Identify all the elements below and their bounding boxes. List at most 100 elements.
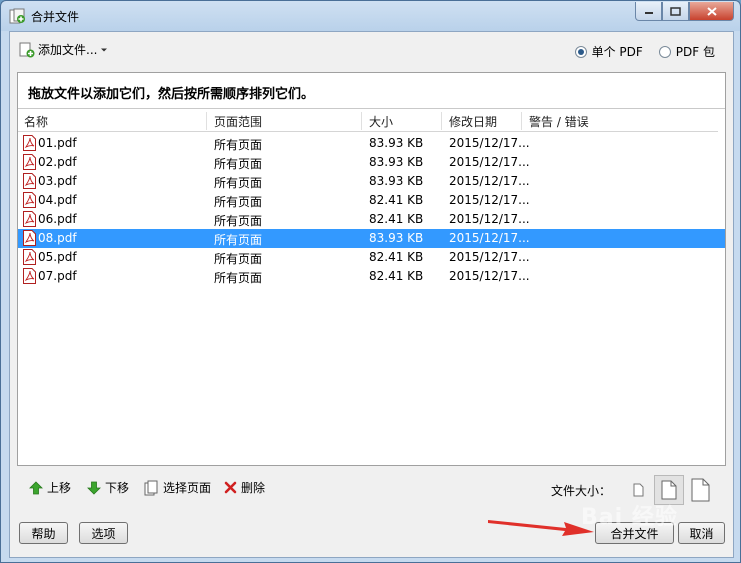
move-down-button[interactable]: 下移 (87, 479, 129, 496)
column-divider[interactable] (441, 112, 442, 130)
pdf-file-icon (23, 192, 36, 208)
options-button[interactable]: 选项 (79, 522, 128, 544)
help-button[interactable]: 帮助 (19, 522, 68, 544)
column-divider[interactable] (206, 112, 207, 130)
cell-page-range[interactable]: 所有页面 (214, 174, 262, 191)
radio-single-pdf[interactable]: 单个 PDF (574, 43, 643, 60)
cell-size: 82.41 KB (369, 193, 424, 207)
output-type-group: 单个 PDF PDF 包 (574, 43, 715, 60)
cell-page-range[interactable]: 所有页面 (214, 212, 262, 229)
cell-page-range[interactable]: 所有页面 (214, 155, 262, 172)
cell-size: 82.41 KB (369, 250, 424, 264)
column-divider[interactable] (361, 112, 362, 130)
pdf-file-icon (23, 230, 36, 246)
annotation-arrow (488, 520, 594, 536)
arrow-up-icon (29, 480, 43, 494)
table-row[interactable]: 03.pdf 所有页面 83.93 KB 2015/12/17... (18, 172, 725, 191)
cell-page-range[interactable]: 所有页面 (214, 250, 262, 267)
choose-pages-button[interactable]: 选择页面 (144, 479, 211, 496)
cell-size: 83.93 KB (369, 136, 424, 150)
cell-file-name: 06.pdf (38, 212, 77, 226)
minimize-button[interactable] (635, 2, 662, 21)
cell-file-name: 08.pdf (38, 231, 77, 245)
pages-icon (144, 480, 158, 495)
file-size-small-button[interactable] (623, 475, 653, 505)
radio-dot-selected[interactable] (574, 45, 587, 58)
file-rows: 01.pdf 所有页面 83.93 KB 2015/12/17... 02.pdf 所有页… (18, 134, 725, 286)
close-icon (706, 6, 717, 16)
table-row[interactable]: 04.pdf 所有页面 82.41 KB 2015/12/17... (18, 191, 725, 210)
file-size-large-button[interactable] (685, 475, 715, 505)
delete-icon (224, 481, 237, 494)
table-row[interactable]: 02.pdf 所有页面 83.93 KB 2015/12/17... (18, 153, 725, 172)
table-row[interactable]: 01.pdf 所有页面 83.93 KB 2015/12/17... (18, 134, 725, 153)
cell-file-name: 05.pdf (38, 250, 77, 264)
cell-file-name: 01.pdf (38, 136, 77, 150)
cell-modified: 2015/12/17... (449, 174, 530, 188)
pdf-file-icon (23, 135, 36, 151)
cell-modified: 2015/12/17... (449, 250, 530, 264)
column-warnings[interactable]: 警告 / 错误 (525, 113, 589, 131)
cell-file-name: 03.pdf (38, 174, 77, 188)
table-header: 名称 页面范围 大小 修改日期 警告 / 错误 (18, 110, 718, 132)
add-files-label: 添加文件... (38, 43, 98, 57)
column-name[interactable]: 名称 (20, 113, 48, 131)
table-row[interactable]: 06.pdf 所有页面 82.41 KB 2015/12/17... (18, 210, 725, 229)
pdf-file-icon (23, 154, 36, 170)
delete-button[interactable]: 删除 (224, 479, 265, 496)
cell-size: 83.93 KB (369, 174, 424, 188)
radio-dot[interactable] (658, 45, 671, 58)
dialog-body: 添加文件... 单个 PDF PDF 包 拖放文件以添加它们，然后按所需顺序排列… (9, 31, 734, 558)
pdf-file-icon (23, 211, 36, 227)
cell-modified: 2015/12/17... (449, 193, 530, 207)
cell-modified: 2015/12/17... (449, 231, 530, 245)
cell-page-range[interactable]: 所有页面 (214, 193, 262, 210)
column-page-range[interactable]: 页面范围 (210, 113, 262, 131)
add-files-button[interactable]: 添加文件... (19, 41, 108, 58)
window-title: 合并文件 (31, 10, 80, 24)
column-divider[interactable] (521, 112, 522, 130)
cell-size: 82.41 KB (369, 212, 424, 226)
radio-pdf-package[interactable]: PDF 包 (658, 43, 715, 60)
column-size[interactable]: 大小 (365, 113, 393, 131)
cancel-button[interactable]: 取消 (678, 522, 725, 544)
maximize-button[interactable] (662, 2, 689, 21)
file-size-label: 文件大小： (551, 484, 612, 498)
maximize-icon (670, 6, 681, 16)
table-row[interactable]: 05.pdf 所有页面 82.41 KB 2015/12/17... (18, 248, 725, 267)
cell-modified: 2015/12/17... (449, 155, 530, 169)
combine-files-button[interactable]: 合并文件 (595, 522, 674, 544)
combine-files-dialog: 合并文件 添加文件... 单个 PDF PDF 包 拖放文件以添加它们，然后按所… (0, 0, 741, 563)
cell-modified: 2015/12/17... (449, 269, 530, 283)
cell-file-name: 04.pdf (38, 193, 77, 207)
move-down-label: 下移 (105, 481, 130, 495)
radio-pdf-package-label: PDF 包 (675, 45, 715, 59)
cell-page-range[interactable]: 所有页面 (214, 231, 262, 248)
app-icon (9, 8, 25, 24)
column-modified[interactable]: 修改日期 (445, 113, 497, 131)
list-tools: 上移 下移 选择页面 删除 文件大小： (10, 466, 733, 510)
file-list-panel[interactable]: 拖放文件以添加它们，然后按所需顺序排列它们。 名称 页面范围 大小 修改日期 警… (17, 72, 726, 466)
pdf-file-icon (23, 268, 36, 284)
cell-size: 83.93 KB (369, 155, 424, 169)
cell-file-name: 02.pdf (38, 155, 77, 169)
close-button[interactable] (689, 2, 734, 21)
title-bar[interactable]: 合并文件 (1, 1, 740, 31)
top-toolbar: 添加文件... 单个 PDF PDF 包 (10, 32, 733, 72)
cell-page-range[interactable]: 所有页面 (214, 269, 262, 286)
cell-size: 82.41 KB (369, 269, 424, 283)
radio-single-pdf-label: 单个 PDF (591, 45, 643, 59)
file-size-default-button[interactable] (654, 475, 684, 505)
page-medium-icon (661, 480, 677, 500)
pdf-file-icon (23, 249, 36, 265)
move-up-label: 上移 (47, 481, 72, 495)
minimize-icon (644, 12, 653, 14)
choose-pages-label: 选择页面 (163, 481, 212, 495)
move-up-button[interactable]: 上移 (29, 479, 71, 496)
table-row[interactable]: 07.pdf 所有页面 82.41 KB 2015/12/17... (18, 267, 725, 286)
cell-size: 83.93 KB (369, 231, 424, 245)
pdf-file-icon (23, 173, 36, 189)
cell-page-range[interactable]: 所有页面 (214, 136, 262, 153)
table-row[interactable]: 08.pdf 所有页面 83.93 KB 2015/12/17... (18, 229, 725, 248)
cell-file-name: 07.pdf (38, 269, 77, 283)
